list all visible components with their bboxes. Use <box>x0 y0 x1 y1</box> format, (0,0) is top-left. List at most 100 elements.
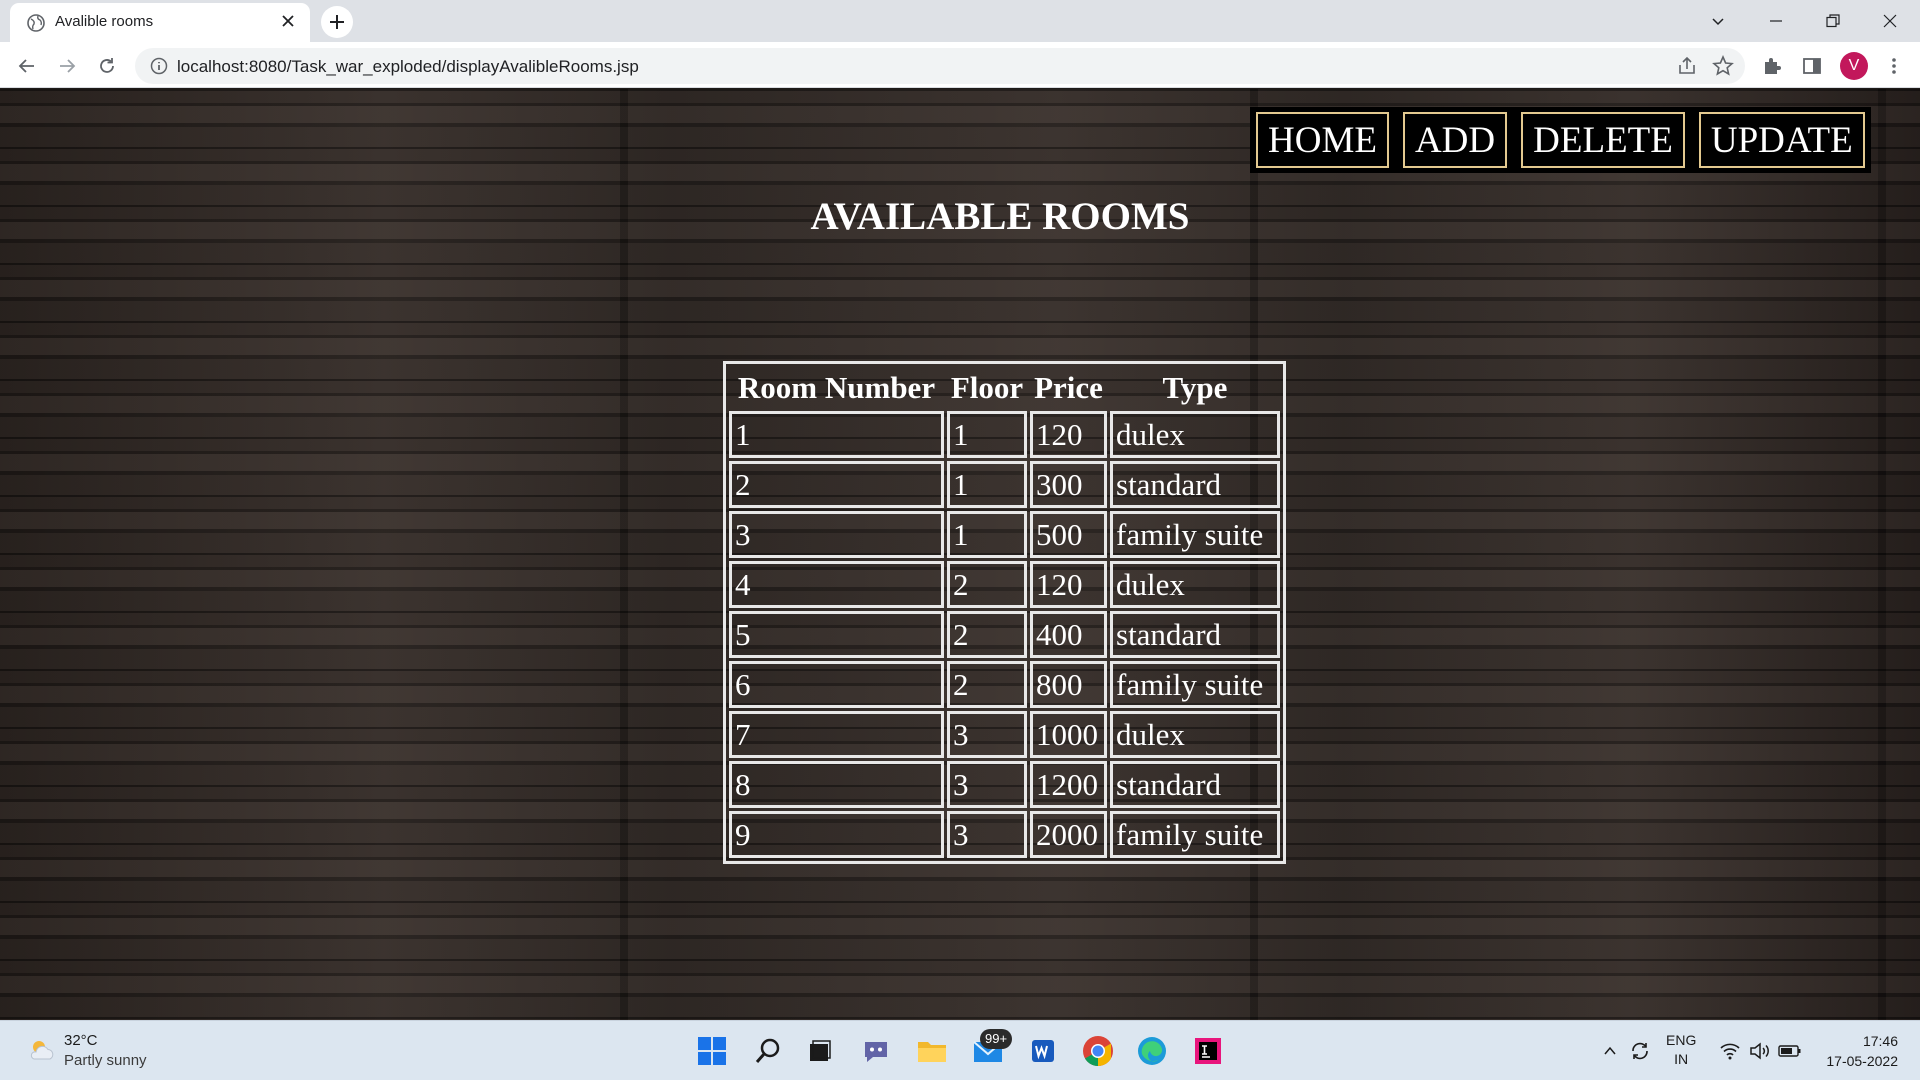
new-tab-button[interactable] <box>321 6 353 38</box>
cell-floor: 3 <box>947 711 1027 758</box>
chrome-icon <box>1083 1036 1113 1066</box>
task-view-button[interactable] <box>802 1033 838 1069</box>
file-explorer-button[interactable] <box>914 1033 950 1069</box>
language-indicator[interactable]: ENG IN <box>1666 1031 1696 1069</box>
cell-price: 1000 <box>1030 711 1107 758</box>
start-button[interactable] <box>694 1033 730 1069</box>
cell-price: 2000 <box>1030 811 1107 858</box>
nav-update-link[interactable]: UPDATE <box>1698 111 1865 169</box>
word-button[interactable] <box>1025 1033 1061 1069</box>
cell-room-number: 4 <box>729 561 944 608</box>
intellij-button[interactable] <box>1190 1033 1226 1069</box>
weather-description[interactable]: Partly sunny <box>64 1052 147 1069</box>
browser-toolbar: localhost:8080/Task_war_exploded/display… <box>0 42 1920 88</box>
cell-price: 120 <box>1030 561 1107 608</box>
page-title: AVAILABLE ROOMS <box>810 195 1190 238</box>
cell-type: standard <box>1110 761 1280 808</box>
table-row: 5 2 400 standard <box>729 611 1280 658</box>
sync-icon <box>1632 1042 1648 1060</box>
cell-floor: 2 <box>947 661 1027 708</box>
nav-delete-link[interactable]: DELETE <box>1521 111 1685 169</box>
taskbar-search-button[interactable] <box>750 1033 786 1069</box>
cell-room-number: 8 <box>729 761 944 808</box>
page-title-wrapper: AVAILABLE ROOMS <box>0 194 1920 239</box>
chrome-button[interactable] <box>1080 1033 1116 1069</box>
side-panel-button[interactable] <box>1798 52 1826 80</box>
chat-icon <box>865 1042 887 1062</box>
sync-tray-button[interactable] <box>1622 1033 1658 1069</box>
back-button[interactable] <box>11 50 43 82</box>
task-view-icon <box>810 1040 831 1061</box>
table-row: 4 2 120 dulex <box>729 561 1280 608</box>
header-price: Price <box>1034 370 1103 405</box>
menu-button[interactable] <box>1880 52 1908 80</box>
cell-floor: 3 <box>947 811 1027 858</box>
table-row: 6 2 800 family suite <box>729 661 1280 708</box>
info-icon[interactable] <box>149 56 169 76</box>
restore-button[interactable] <box>1805 0 1861 42</box>
cell-room-number: 6 <box>729 661 944 708</box>
cell-type: dulex <box>1110 561 1280 608</box>
battery-button[interactable] <box>1772 1033 1808 1069</box>
edge-button[interactable] <box>1134 1033 1170 1069</box>
minimize-button[interactable] <box>1748 0 1804 42</box>
nav-home-link[interactable]: HOME <box>1256 111 1389 169</box>
table-row: 3 1 500 family suite <box>729 511 1280 558</box>
edge-icon <box>1138 1037 1166 1065</box>
page-viewport: HOME ADD DELETE UPDATE AVAILABLE ROOMS R… <box>0 89 1920 1020</box>
header-floor: Floor <box>950 370 1024 405</box>
close-icon <box>1883 14 1897 28</box>
cell-type: standard <box>1110 611 1280 658</box>
rooms-table: Room Number Floor Price Type 1 1 120 dul… <box>723 361 1286 864</box>
tab-strip: Avalible rooms <box>0 0 1920 42</box>
extensions-button[interactable] <box>1758 52 1786 80</box>
cell-room-number: 2 <box>729 461 944 508</box>
kebab-menu-icon <box>1892 58 1896 74</box>
cell-floor: 3 <box>947 761 1027 808</box>
windows-taskbar: 32°C Partly sunny 99+ ENG IN 17:46 17-05… <box>0 1020 1920 1080</box>
browser-tab[interactable]: Avalible rooms <box>10 3 310 42</box>
clock-time: 17:46 <box>1862 1033 1898 1049</box>
url-text[interactable]: localhost:8080/Task_war_exploded/display… <box>177 57 639 77</box>
table-row: 7 3 1000 dulex <box>729 711 1280 758</box>
minimize-icon <box>1770 20 1782 22</box>
tab-title: Avalible rooms <box>55 13 154 30</box>
header-room-number: Room Number <box>737 370 936 405</box>
cell-room-number: 1 <box>729 411 944 458</box>
clock-date: 17-05-2022 <box>1826 1053 1898 1069</box>
forward-button[interactable] <box>51 50 83 82</box>
language-region: IN <box>1674 1051 1689 1067</box>
table-row: 8 3 1200 standard <box>729 761 1280 808</box>
share-icon[interactable] <box>1675 54 1699 78</box>
cell-type: family suite <box>1110 661 1280 708</box>
arrow-left-icon <box>18 59 34 73</box>
star-icon[interactable] <box>1711 54 1735 78</box>
address-bar[interactable]: localhost:8080/Task_war_exploded/display… <box>135 48 1745 84</box>
arrow-right-icon <box>60 59 76 73</box>
reload-button[interactable] <box>91 50 123 82</box>
cell-room-number: 7 <box>729 711 944 758</box>
table-row: 1 1 120 dulex <box>729 411 1280 458</box>
weather-temperature[interactable]: 32°C <box>64 1032 98 1049</box>
cell-price: 400 <box>1030 611 1107 658</box>
cell-type: family suite <box>1110 811 1280 858</box>
cell-floor: 1 <box>947 461 1027 508</box>
tab-search-button[interactable] <box>1690 0 1746 42</box>
cell-price: 800 <box>1030 661 1107 708</box>
folder-icon <box>918 1042 946 1062</box>
header-type: Type <box>1162 370 1228 405</box>
cell-room-number: 5 <box>729 611 944 658</box>
close-window-button[interactable] <box>1862 0 1918 42</box>
close-tab-icon[interactable] <box>278 11 298 31</box>
chevron-down-icon <box>1712 18 1724 26</box>
partly-sunny-icon[interactable] <box>26 1035 58 1067</box>
system-clock[interactable]: 17:46 17-05-2022 <box>1826 1031 1898 1071</box>
teams-chat-button[interactable] <box>858 1033 894 1069</box>
puzzle-icon <box>1765 58 1781 74</box>
profile-avatar[interactable]: V <box>1840 52 1868 80</box>
cell-type: family suite <box>1110 511 1280 558</box>
top-nav: HOME ADD DELETE UPDATE <box>1250 107 1871 173</box>
nav-add-link[interactable]: ADD <box>1402 111 1508 169</box>
plus-icon <box>330 15 344 29</box>
intellij-icon <box>1195 1038 1221 1064</box>
